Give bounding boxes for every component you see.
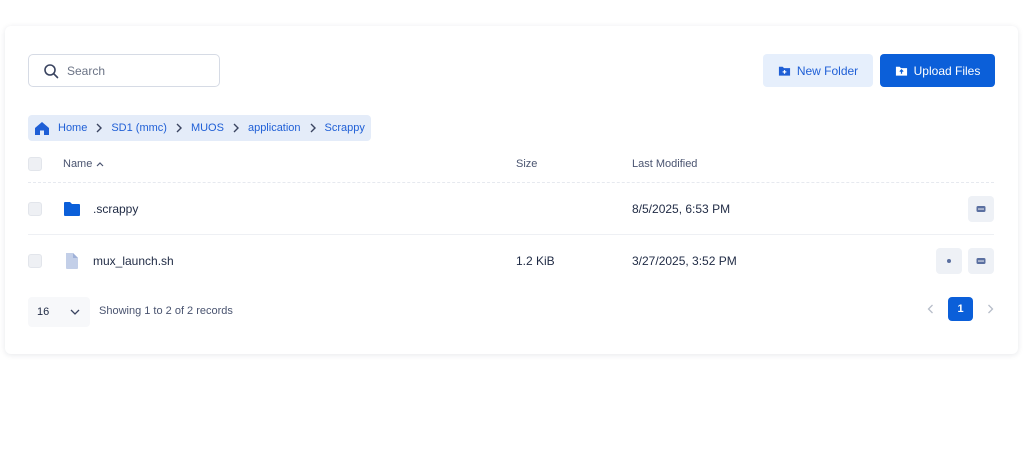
column-header-size[interactable]: Size [516,158,537,170]
upload-files-button[interactable]: Upload Files [880,54,995,87]
file-manager-card: New Folder Upload Files Home SD1 (mmc) M… [5,26,1018,354]
breadcrumb-item-home[interactable]: Home [58,122,87,134]
row-actions [936,248,994,274]
row-checkbox[interactable] [28,254,42,268]
per-page-select[interactable]: 16 [28,297,90,327]
page-button-current[interactable]: 1 [948,297,973,321]
table-row[interactable]: mux_launch.sh 1.2 KiB 3/27/2025, 3:52 PM [28,235,994,287]
chevron-down-icon [70,309,80,315]
row-actions [968,195,994,222]
column-header-name[interactable]: Name [63,158,104,170]
search-icon [44,63,59,78]
home-icon[interactable] [34,121,50,136]
new-folder-button[interactable]: New Folder [763,54,873,87]
new-folder-label: New Folder [796,63,859,78]
eye-icon [947,259,951,263]
more-actions-button[interactable] [968,248,994,274]
file-name-cell[interactable]: .scrappy [63,201,138,217]
file-modified: 8/5/2025, 6:53 PM [632,201,731,216]
chevron-right-icon [96,123,103,133]
more-actions-button[interactable] [968,195,994,222]
upload-icon [895,66,907,76]
file-modified: 3/27/2025, 3:52 PM [632,254,737,268]
breadcrumb-item-sd1[interactable]: SD1 (mmc) [111,122,167,134]
preview-button[interactable] [936,248,962,274]
table-header: Name Size Last Modified [28,146,994,183]
per-page-value: 16 [37,306,50,318]
chevron-right-icon [233,123,239,133]
chevron-left-icon[interactable] [927,304,934,314]
folder-icon [64,201,80,216]
pagination: 1 [927,297,994,321]
file-name: mux_launch.sh [93,254,174,268]
records-summary: Showing 1 to 2 of 2 records [99,305,233,317]
table-footer: 16 Showing 1 to 2 of 2 records 1 [28,297,994,327]
breadcrumb-item-application[interactable]: application [248,122,301,134]
chevron-right-icon[interactable] [987,304,994,314]
search-box[interactable] [28,54,220,87]
chevron-right-icon [176,123,182,133]
file-size: 1.2 KiB [516,254,555,268]
breadcrumb: Home SD1 (mmc) MUOS application Scrappy [28,115,371,141]
more-icon [976,258,986,264]
folder-plus-icon [778,66,790,76]
file-icon [66,253,78,269]
chevron-right-icon [310,123,316,133]
more-icon [976,205,986,212]
upload-files-label: Upload Files [913,63,981,78]
search-input[interactable] [67,63,207,78]
column-header-modified[interactable]: Last Modified [632,158,697,170]
breadcrumb-item-muos[interactable]: MUOS [191,122,224,134]
table-row[interactable]: .scrappy 8/5/2025, 6:53 PM [28,183,994,235]
select-all-checkbox[interactable] [28,157,42,171]
column-name-label: Name [63,158,93,170]
row-checkbox[interactable] [28,201,42,216]
file-name-cell[interactable]: mux_launch.sh [63,252,174,270]
file-name: .scrappy [93,201,139,216]
sort-up-icon [96,162,104,167]
breadcrumb-item-scrappy[interactable]: Scrappy [325,122,365,134]
